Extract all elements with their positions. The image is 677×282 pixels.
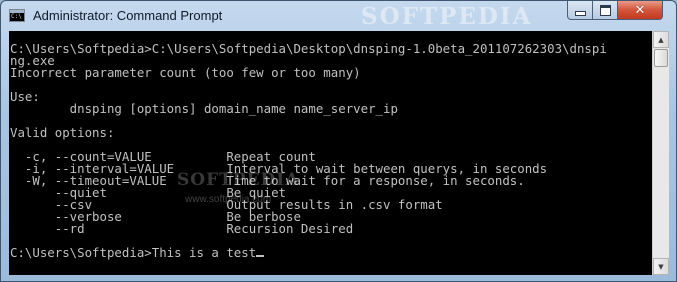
console-text: C:\Users\Softpedia>C:\Users\Softpedia\De… xyxy=(9,31,652,259)
scrollbar-thumb[interactable] xyxy=(654,49,668,67)
minimize-button[interactable] xyxy=(567,1,593,20)
vertical-scrollbar[interactable]: ▲ ▼ xyxy=(652,31,669,275)
window-title: Administrator: Command Prompt xyxy=(33,8,223,23)
command-prompt-window: Administrator: Command Prompt SOFTPEDIA … xyxy=(0,0,677,282)
minimize-icon xyxy=(574,10,586,16)
cmd-icon[interactable] xyxy=(9,9,25,22)
scroll-down-button[interactable]: ▼ xyxy=(653,258,669,275)
console-line: dnsping [options] domain_name name_serve… xyxy=(10,101,398,116)
console-line: --rd Recursion Desired xyxy=(10,221,354,236)
scroll-down-arrow-icon: ▼ xyxy=(658,262,664,271)
close-icon: ✕ xyxy=(634,2,646,18)
console-output-area[interactable]: C:\Users\Softpedia>C:\Users\Softpedia\De… xyxy=(9,31,652,275)
title-bar[interactable]: Administrator: Command Prompt SOFTPEDIA … xyxy=(1,1,677,31)
console-line: C:\Users\Softpedia>C:\Users\Softpedia\De… xyxy=(10,41,607,56)
maximize-icon xyxy=(599,4,611,16)
scroll-up-arrow-icon: ▲ xyxy=(658,35,664,44)
console-line: Valid options: xyxy=(10,125,115,140)
close-button[interactable]: ✕ xyxy=(617,1,663,20)
softpedia-watermark: SOFTPEDIA xyxy=(361,3,533,30)
maximize-button[interactable] xyxy=(592,1,618,20)
console-line: Incorrect parameter count (too few or to… xyxy=(10,65,361,80)
text-cursor xyxy=(256,255,265,257)
console-prompt-line: C:\Users\Softpedia>This is a test xyxy=(10,245,257,260)
scroll-up-button[interactable]: ▲ xyxy=(653,31,669,48)
